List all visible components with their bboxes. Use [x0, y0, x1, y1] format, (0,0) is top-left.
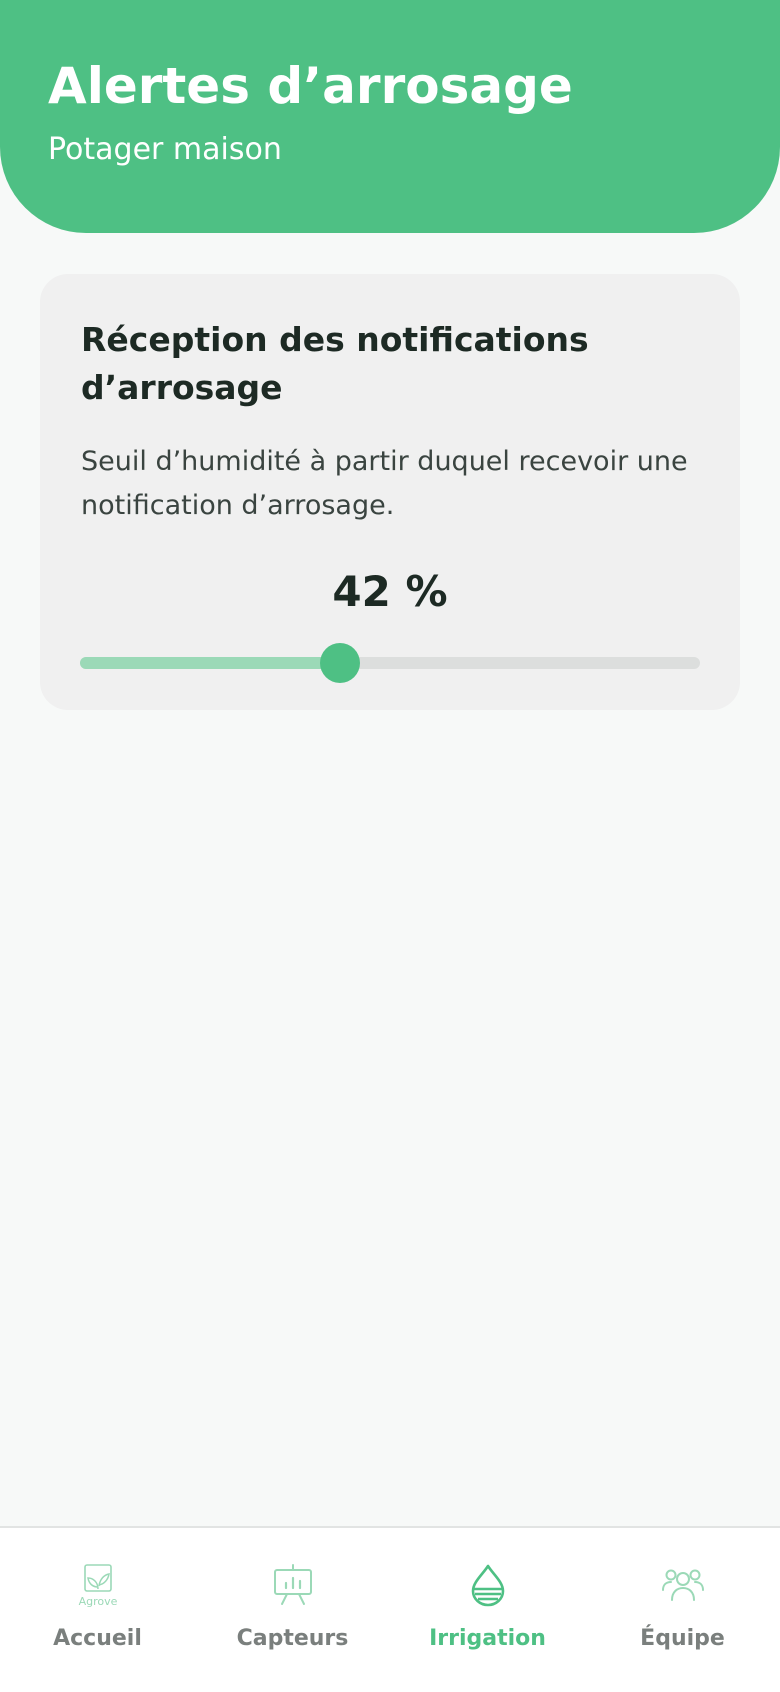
nav-label: Capteurs	[236, 1626, 349, 1651]
slider-thumb[interactable]	[320, 643, 361, 683]
threshold-value: 42 %	[332, 567, 448, 616]
card-title: Réception des notifications d’arrosage	[81, 320, 589, 407]
notification-threshold-card: Réception des notifications d’arrosage S…	[40, 274, 740, 710]
nav-label: Irrigation	[429, 1626, 546, 1651]
slider-fill	[80, 657, 341, 669]
team-icon	[661, 1569, 704, 1601]
water-drop-icon	[471, 1564, 504, 1607]
nav-item-irrigation[interactable]: Irrigation	[390, 1528, 585, 1692]
nav-item-accueil[interactable]: Agrove Accueil	[0, 1528, 195, 1692]
sensor-chart-icon	[273, 1564, 312, 1605]
bottom-navigation: Agrove Accueil Capteurs Irrigation Équip…	[0, 1526, 780, 1692]
nav-label: Accueil	[53, 1626, 142, 1651]
nav-label: Équipe	[640, 1626, 725, 1651]
agrove-logo-icon: Agrove	[78, 1564, 117, 1608]
page-subtitle: Potager maison	[48, 132, 282, 167]
nav-item-capteurs[interactable]: Capteurs	[195, 1528, 390, 1692]
page-title: Alertes d’arrosage	[48, 57, 573, 115]
nav-item-equipe[interactable]: Équipe	[585, 1528, 780, 1692]
svg-text:Agrove: Agrove	[78, 1595, 117, 1608]
card-description: Seuil d’humidité à partir duquel recevoi…	[81, 446, 688, 521]
page-header: Alertes d’arrosage Potager maison	[0, 0, 780, 233]
humidity-threshold-slider[interactable]	[80, 643, 700, 683]
